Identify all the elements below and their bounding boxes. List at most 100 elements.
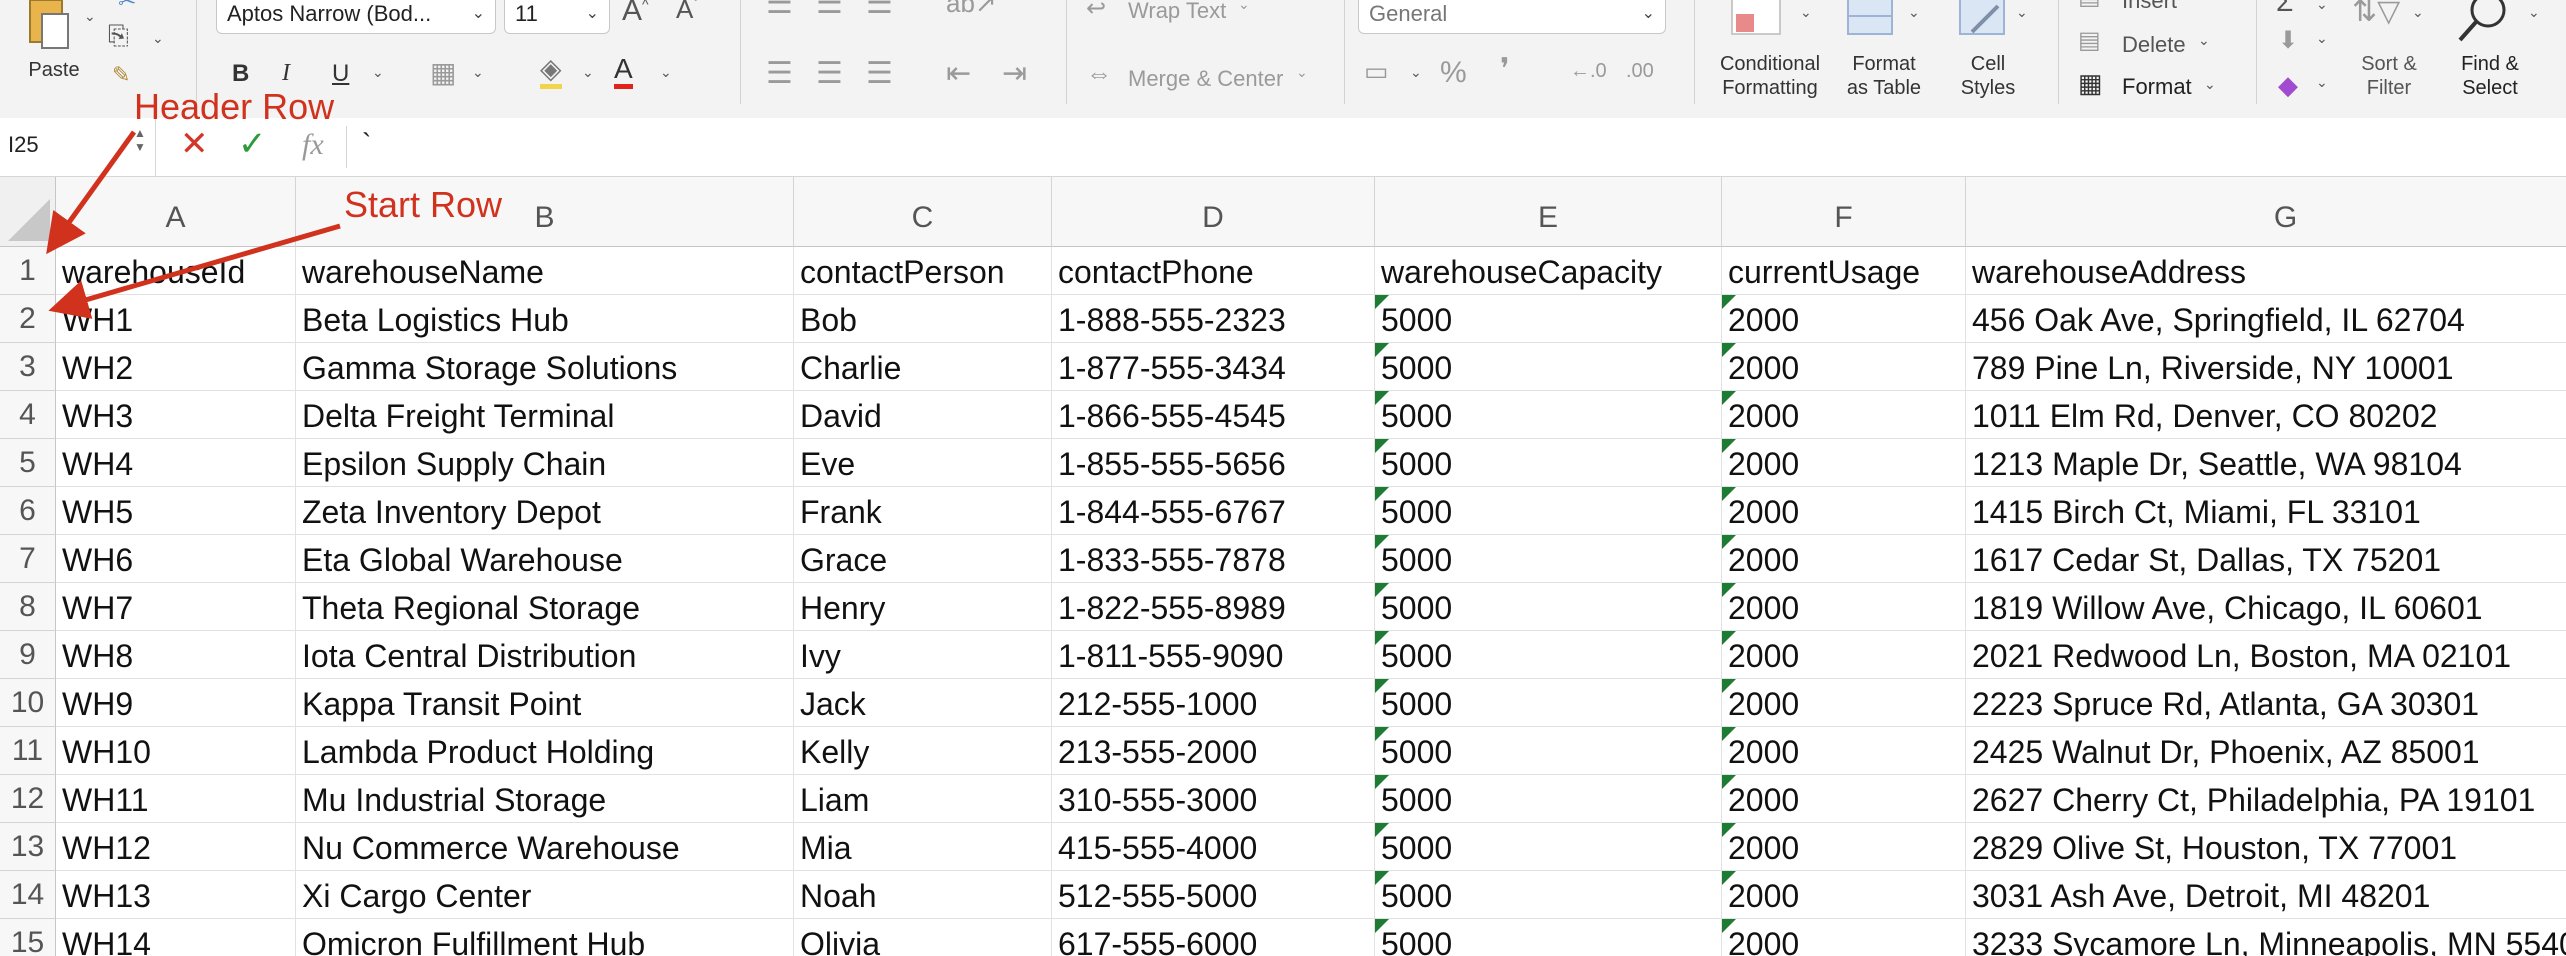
number-as-text-warning-icon[interactable] <box>1375 679 1389 693</box>
comma-style-icon[interactable]: ❜ <box>1500 52 1510 87</box>
increase-indent-icon[interactable]: ⇥ <box>1002 56 1027 91</box>
paste-dropdown-icon[interactable]: ⌄ <box>84 8 96 25</box>
table-cell[interactable]: Mu Industrial Storage <box>296 775 794 823</box>
fill-color-icon[interactable]: ◈ <box>540 54 562 89</box>
table-cell[interactable]: Olivia <box>794 919 1052 956</box>
row-header[interactable]: 13 <box>0 823 56 871</box>
decrease-font-size-icon[interactable]: Aˇ <box>676 0 698 25</box>
number-as-text-warning-icon[interactable] <box>1375 391 1389 405</box>
table-cell[interactable]: 5000 <box>1375 727 1722 775</box>
row-header[interactable]: 3 <box>0 343 56 391</box>
number-as-text-warning-icon[interactable] <box>1375 295 1389 309</box>
table-cell[interactable]: 1011 Elm Rd, Denver, CO 80202 <box>1966 391 2566 439</box>
table-cell[interactable]: 2829 Olive St, Houston, TX 77001 <box>1966 823 2566 871</box>
table-cell[interactable]: 2000 <box>1722 871 1966 919</box>
table-cell[interactable]: 2000 <box>1722 631 1966 679</box>
column-header-a[interactable]: A <box>56 177 296 247</box>
table-cell[interactable]: 2000 <box>1722 487 1966 535</box>
column-header-g[interactable]: G <box>1966 177 2566 247</box>
fill-dropdown-icon[interactable]: ⌄ <box>2316 30 2328 47</box>
percent-style-icon[interactable]: % <box>1440 56 1467 90</box>
table-cell[interactable]: WH2 <box>56 343 296 391</box>
table-cell[interactable]: WH12 <box>56 823 296 871</box>
table-cell[interactable]: 5000 <box>1375 439 1722 487</box>
table-cell[interactable]: Kappa Transit Point <box>296 679 794 727</box>
table-cell[interactable]: Gamma Storage Solutions <box>296 343 794 391</box>
underline-dropdown-icon[interactable]: ⌄ <box>372 64 384 81</box>
table-cell[interactable]: 2000 <box>1722 343 1966 391</box>
table-cell[interactable]: 1-822-555-8989 <box>1052 583 1375 631</box>
sort-filter-button[interactable]: ⇅▽ ⌄ Sort & Filter <box>2344 0 2434 106</box>
table-cell[interactable]: 213-555-2000 <box>1052 727 1375 775</box>
table-cell[interactable]: WH6 <box>56 535 296 583</box>
increase-decimal-icon[interactable]: ←.0 <box>1570 60 1607 83</box>
row-header[interactable]: 8 <box>0 583 56 631</box>
align-right-icon[interactable]: ☰ <box>866 56 893 91</box>
copy-icon[interactable]: ⎘ <box>108 20 129 52</box>
number-as-text-warning-icon[interactable] <box>1722 295 1736 309</box>
table-cell[interactable]: 2000 <box>1722 823 1966 871</box>
accounting-format-icon[interactable]: ▭ <box>1364 56 1389 87</box>
table-cell[interactable]: 5000 <box>1375 343 1722 391</box>
select-all-corner[interactable] <box>0 177 56 247</box>
font-color-dropdown-icon[interactable]: ⌄ <box>660 64 672 81</box>
table-cell[interactable]: Eta Global Warehouse <box>296 535 794 583</box>
cancel-icon[interactable]: ✕ <box>180 124 209 164</box>
fill-icon[interactable]: ⬇ <box>2278 26 2298 55</box>
italic-button[interactable]: I <box>282 60 290 87</box>
copy-dropdown-icon[interactable]: ⌄ <box>152 30 164 47</box>
number-as-text-warning-icon[interactable] <box>1722 823 1736 837</box>
table-cell[interactable]: 456 Oak Ave, Springfield, IL 62704 <box>1966 295 2566 343</box>
format-button[interactable]: ▦ Format ⌄ <box>2078 68 2228 104</box>
table-cell[interactable]: 2425 Walnut Dr, Phoenix, AZ 85001 <box>1966 727 2566 775</box>
table-cell[interactable]: 5000 <box>1375 391 1722 439</box>
row-header[interactable]: 14 <box>0 871 56 919</box>
table-cell[interactable]: WH13 <box>56 871 296 919</box>
font-color-icon[interactable]: A <box>614 54 633 89</box>
table-cell[interactable]: 1-855-555-5656 <box>1052 439 1375 487</box>
table-cell[interactable]: WH1 <box>56 295 296 343</box>
decrease-indent-icon[interactable]: ⇤ <box>946 56 971 91</box>
table-cell[interactable]: Xi Cargo Center <box>296 871 794 919</box>
number-as-text-warning-icon[interactable] <box>1722 583 1736 597</box>
increase-font-size-icon[interactable]: A^ <box>622 0 649 28</box>
wrap-text-button[interactable]: ↩ Wrap Text ⌄ <box>1086 0 1266 28</box>
table-cell[interactable]: 1-888-555-2323 <box>1052 295 1375 343</box>
number-as-text-warning-icon[interactable] <box>1375 871 1389 885</box>
insert-button[interactable]: ▤ Insert <box>2078 0 2228 14</box>
table-cell[interactable]: WH14 <box>56 919 296 956</box>
cell-styles-button[interactable]: ⌄ Cell Styles <box>1940 0 2036 106</box>
delete-button[interactable]: ▤ Delete ⌄ <box>2078 27 2228 60</box>
paste-button[interactable]: Paste <box>14 0 94 100</box>
bold-button[interactable]: B <box>232 60 249 88</box>
table-cell[interactable]: WH9 <box>56 679 296 727</box>
number-as-text-warning-icon[interactable] <box>1722 487 1736 501</box>
column-header-f[interactable]: F <box>1722 177 1966 247</box>
number-as-text-warning-icon[interactable] <box>1375 487 1389 501</box>
table-cell[interactable]: Charlie <box>794 343 1052 391</box>
row-header[interactable]: 11 <box>0 727 56 775</box>
number-as-text-warning-icon[interactable] <box>1722 535 1736 549</box>
cut-icon[interactable]: ✂ <box>118 0 136 14</box>
table-cell[interactable]: 2000 <box>1722 775 1966 823</box>
number-as-text-warning-icon[interactable] <box>1722 343 1736 357</box>
font-name-dropdown[interactable]: Aptos Narrow (Bod... ⌄ <box>216 0 496 34</box>
table-cell[interactable]: Lambda Product Holding <box>296 727 794 775</box>
table-cell[interactable]: WH3 <box>56 391 296 439</box>
number-as-text-warning-icon[interactable] <box>1375 919 1389 933</box>
header-cell[interactable]: contactPhone <box>1052 247 1375 295</box>
table-cell[interactable]: 3031 Ash Ave, Detroit, MI 48201 <box>1966 871 2566 919</box>
conditional-formatting-button[interactable]: ⌄ Conditional Formatting <box>1708 0 1832 106</box>
number-as-text-warning-icon[interactable] <box>1722 439 1736 453</box>
column-header-d[interactable]: D <box>1052 177 1375 247</box>
column-header-c[interactable]: C <box>794 177 1052 247</box>
table-cell[interactable]: David <box>794 391 1052 439</box>
table-cell[interactable]: Ivy <box>794 631 1052 679</box>
header-cell[interactable]: warehouseCapacity <box>1375 247 1722 295</box>
table-cell[interactable]: 2000 <box>1722 439 1966 487</box>
table-cell[interactable]: 415-555-4000 <box>1052 823 1375 871</box>
header-cell[interactable]: warehouseName <box>296 247 794 295</box>
table-cell[interactable]: 212-555-1000 <box>1052 679 1375 727</box>
formula-input[interactable]: ` <box>362 128 371 160</box>
autosum-icon[interactable]: Σ <box>2276 0 2293 18</box>
